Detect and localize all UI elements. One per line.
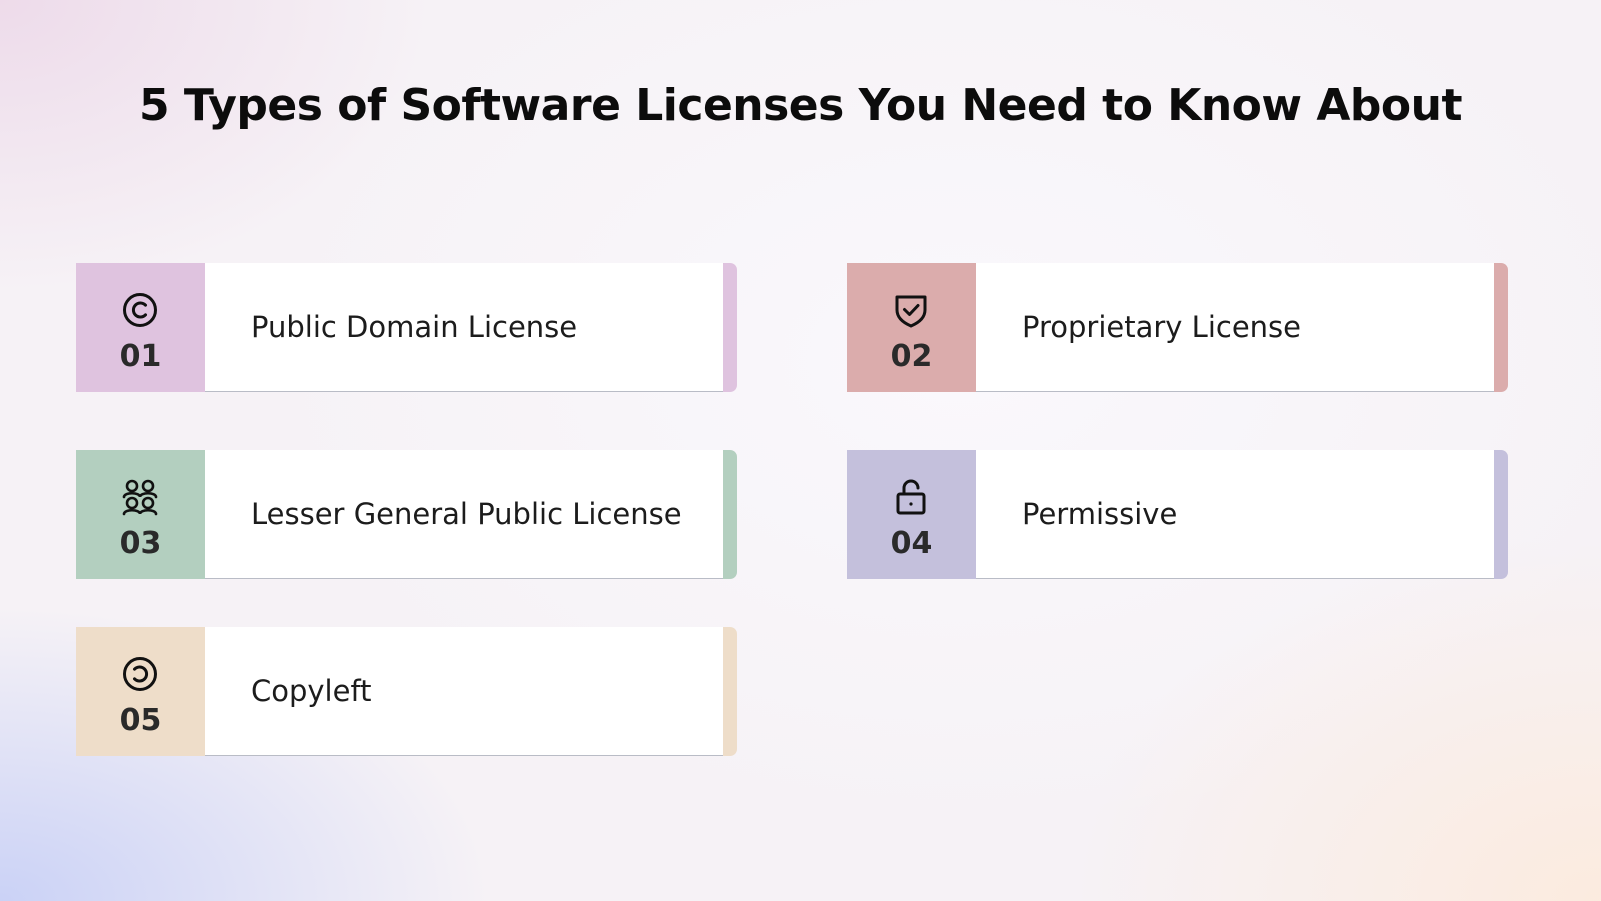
card-accent-bar [1494,263,1508,392]
card-accent-bar [723,263,737,392]
card-number: 03 [119,526,162,561]
card-accent-bar [723,627,737,756]
card-badge: 03 [76,450,205,579]
card-body: Lesser General Public License [205,450,723,579]
card-number: 04 [890,526,933,561]
card-accent-bar [1494,450,1508,579]
card-badge: 04 [847,450,976,579]
shield-check-icon [891,290,931,330]
card-body: Public Domain License [205,263,723,392]
users-group-icon [120,477,160,517]
card-body: Proprietary License [976,263,1494,392]
card-number: 05 [119,703,162,738]
license-card-lgpl: 03 Lesser General Public License [76,450,738,579]
card-accent-bar [723,450,737,579]
card-body: Permissive [976,450,1494,579]
card-label: Copyleft [251,674,372,708]
card-label: Public Domain License [251,310,578,344]
license-card-proprietary: 02 Proprietary License [847,263,1509,392]
copyleft-icon [120,654,160,694]
card-label: Proprietary License [1022,310,1302,344]
card-number: 02 [890,339,933,374]
card-number: 01 [119,339,162,374]
license-card-copyleft: 05 Copyleft [76,627,738,756]
card-body: Copyleft [205,627,723,756]
card-badge: 05 [76,627,205,756]
card-badge: 02 [847,263,976,392]
card-label: Lesser General Public License [251,497,682,531]
license-card-public-domain: 01 Public Domain License [76,263,738,392]
card-badge: 01 [76,263,205,392]
copyright-icon [120,290,160,330]
card-label: Permissive [1022,497,1178,531]
page-title: 5 Types of Software Licenses You Need to… [139,80,1463,131]
license-card-permissive: 04 Permissive [847,450,1509,579]
unlocked-padlock-icon [891,477,931,517]
